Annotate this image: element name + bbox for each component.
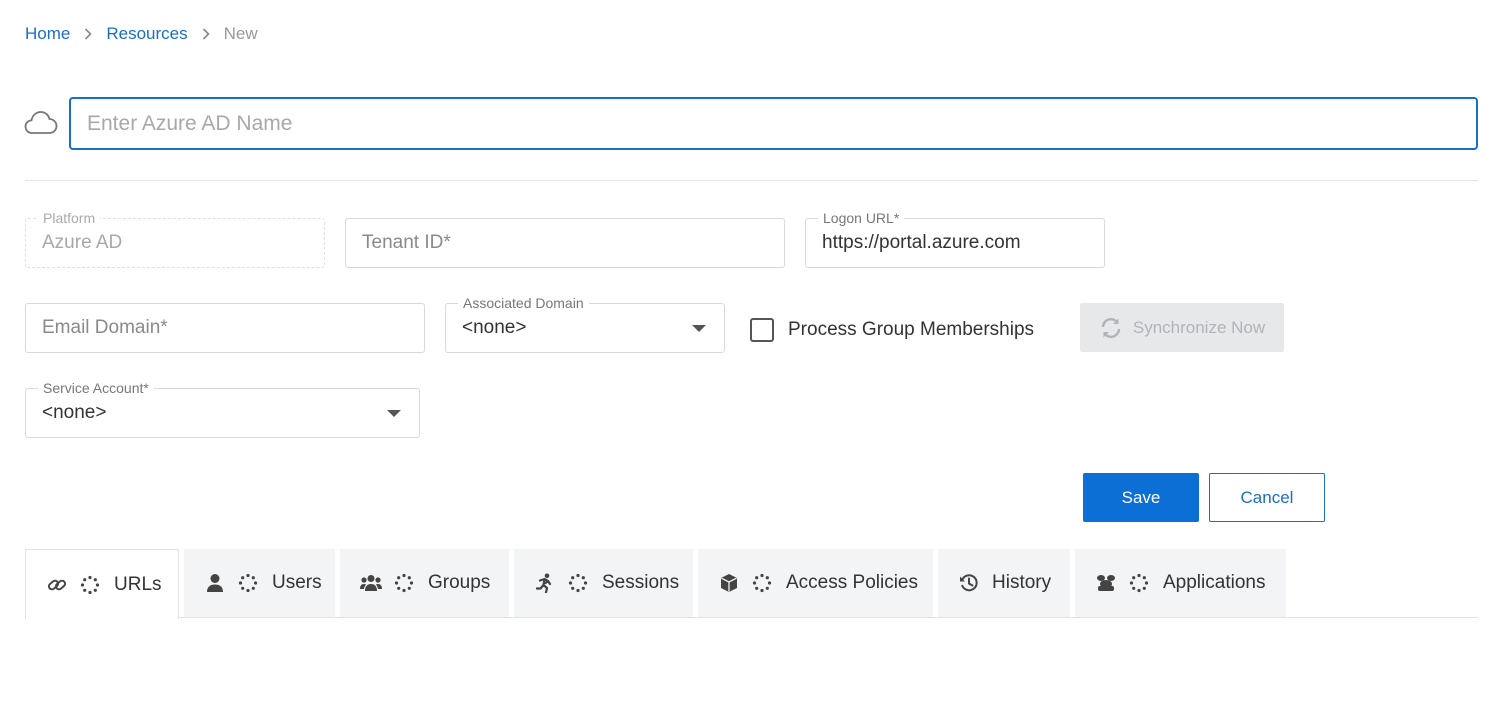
service-account-value: <none> bbox=[42, 402, 107, 423]
tab-urls-label: URLs bbox=[114, 573, 162, 595]
tab-users-label: Users bbox=[272, 572, 322, 593]
cancel-button[interactable]: Cancel bbox=[1209, 473, 1325, 522]
email-domain-field bbox=[25, 303, 425, 353]
loading-spinner-icon bbox=[80, 575, 100, 595]
process-group-memberships-checkbox[interactable] bbox=[750, 318, 774, 342]
breadcrumb: Home Resources New bbox=[25, 22, 258, 46]
link-icon bbox=[46, 574, 68, 596]
caret-down-icon bbox=[387, 410, 401, 417]
loading-spinner-icon bbox=[752, 573, 772, 593]
logon-url-input[interactable] bbox=[806, 219, 1104, 267]
chevron-right-icon bbox=[202, 28, 210, 40]
loading-spinner-icon bbox=[1129, 573, 1149, 593]
breadcrumb-resources-link[interactable]: Resources bbox=[106, 24, 187, 44]
loading-spinner-icon bbox=[238, 573, 258, 593]
cube-icon bbox=[718, 572, 740, 594]
email-domain-input[interactable] bbox=[26, 304, 424, 352]
breadcrumb-home-link[interactable]: Home bbox=[25, 24, 70, 44]
chevron-right-icon bbox=[84, 28, 92, 40]
azure-ad-name-input[interactable] bbox=[69, 97, 1478, 150]
history-icon bbox=[958, 572, 980, 594]
platform-value: Azure AD bbox=[42, 232, 123, 253]
loading-spinner-icon bbox=[394, 573, 414, 593]
tab-groups[interactable]: Groups bbox=[340, 549, 509, 617]
applications-icon bbox=[1095, 572, 1117, 594]
save-button[interactable]: Save bbox=[1083, 473, 1199, 522]
sync-icon bbox=[1101, 317, 1121, 338]
associated-domain-select[interactable]: Associated Domain <none> bbox=[445, 294, 725, 353]
associated-domain-value: <none> bbox=[462, 317, 527, 338]
users-icon bbox=[360, 572, 382, 594]
tab-groups-label: Groups bbox=[428, 572, 491, 593]
user-icon bbox=[204, 572, 226, 594]
loading-spinner-icon bbox=[568, 573, 588, 593]
tab-applications[interactable]: Applications bbox=[1075, 549, 1286, 617]
synchronize-now-label: Synchronize Now bbox=[1132, 317, 1266, 337]
tenant-id-input[interactable] bbox=[346, 219, 784, 267]
tab-applications-label: Applications bbox=[1163, 572, 1266, 593]
cloud-icon bbox=[24, 108, 58, 138]
tab-history-label: History bbox=[992, 572, 1052, 593]
platform-field: Platform Azure AD bbox=[25, 209, 325, 268]
tab-users[interactable]: Users bbox=[184, 549, 335, 617]
tab-sessions[interactable]: Sessions bbox=[514, 549, 693, 617]
process-group-memberships-label: Process Group Memberships bbox=[788, 319, 1035, 340]
divider bbox=[25, 180, 1478, 181]
tab-access-policies[interactable]: Access Policies bbox=[698, 549, 933, 617]
tab-access-policies-label: Access Policies bbox=[786, 572, 918, 593]
tab-history[interactable]: History bbox=[938, 549, 1070, 617]
synchronize-now-button[interactable]: Synchronize Now bbox=[1080, 303, 1284, 352]
breadcrumb-current: New bbox=[223, 24, 258, 43]
service-account-select[interactable]: Service Account* <none> bbox=[25, 379, 420, 438]
tenant-id-field bbox=[345, 218, 785, 268]
tabs-underline bbox=[25, 617, 1478, 618]
tab-sessions-label: Sessions bbox=[602, 572, 680, 593]
running-icon bbox=[534, 572, 556, 594]
caret-down-icon bbox=[692, 325, 706, 332]
logon-url-field: Logon URL* bbox=[805, 209, 1105, 268]
tab-urls[interactable]: URLs bbox=[25, 549, 179, 619]
